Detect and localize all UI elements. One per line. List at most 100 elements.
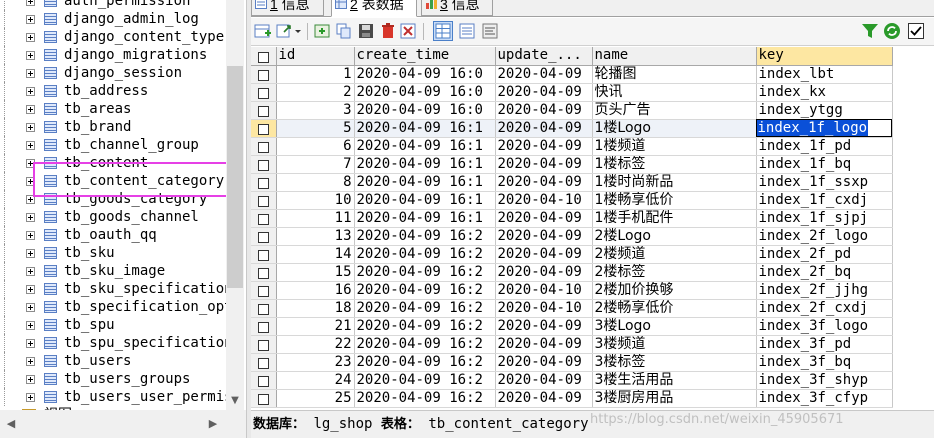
id-cell[interactable]: 10 <box>276 191 355 210</box>
create-time-cell[interactable]: 2020-04-09 16:2 <box>354 317 496 336</box>
expand-plus-icon[interactable] <box>26 51 35 60</box>
tree-item-django-content-type[interactable]: django_content_type <box>0 28 226 46</box>
table-row[interactable]: 15 2020-04-09 16:2 2020-04-09 2楼标签 index_2f_… <box>251 263 893 282</box>
table-row[interactable]: 1 2020-04-09 16:0 2020-04-09 轮播图 index_lbt <box>251 65 893 84</box>
delete-icon[interactable] <box>379 22 397 40</box>
key-cell[interactable]: index_1f_bq <box>756 155 893 174</box>
grid-view-icon[interactable] <box>433 21 453 41</box>
expand-plus-icon[interactable] <box>26 87 35 96</box>
tree-item-tb-goods-category[interactable]: tb_goods_category <box>0 190 226 208</box>
name-cell[interactable]: 1楼畅享低价 <box>592 191 757 210</box>
table-row[interactable]: 22 2020-04-09 16:2 2020-04-09 3楼频道 index_3f_… <box>251 335 893 354</box>
key-cell[interactable]: index_3f_bq <box>756 353 893 372</box>
table-row[interactable]: 2 2020-04-09 16:0 2020-04-09 快讯 index_kx <box>251 83 893 102</box>
add-row-icon[interactable] <box>313 22 331 40</box>
row-checkbox[interactable] <box>251 173 277 192</box>
update-time-cell[interactable]: 2020-04-09 <box>495 173 593 192</box>
table-row[interactable]: 16 2020-04-09 16:2 2020-04-10 2楼加价换够 index_2… <box>251 281 893 300</box>
tree-item-tb-channel-group[interactable]: tb_channel_group <box>0 136 226 154</box>
row-checkbox[interactable] <box>251 83 277 102</box>
update-time-cell[interactable]: 2020-04-09 <box>495 101 593 120</box>
update-time-cell[interactable]: 2020-04-10 <box>495 191 593 210</box>
create-time-cell[interactable]: 2020-04-09 16:1 <box>354 155 496 174</box>
refresh-icon[interactable] <box>883 22 901 40</box>
tree-item-tb-sku-specification[interactable]: tb_sku_specification <box>0 280 233 298</box>
expand-plus-icon[interactable] <box>26 339 35 348</box>
id-cell[interactable]: 3 <box>276 101 355 120</box>
create-time-cell[interactable]: 2020-04-09 16:1 <box>354 209 496 228</box>
id-cell[interactable]: 2 <box>276 83 355 102</box>
tree-item-tb-address[interactable]: tb_address <box>0 82 226 100</box>
name-cell[interactable]: 页头广告 <box>592 101 757 120</box>
create-time-cell[interactable]: 2020-04-09 16:2 <box>354 299 496 318</box>
tree-item-django-admin-log[interactable]: django_admin_log <box>0 10 226 28</box>
expand-plus-icon[interactable] <box>26 285 35 294</box>
expand-plus-icon[interactable] <box>26 249 35 258</box>
row-checkbox[interactable] <box>251 155 277 174</box>
row-checkbox[interactable] <box>251 101 277 120</box>
create-time-cell[interactable]: 2020-04-09 16:1 <box>354 137 496 156</box>
key-cell[interactable]: index_3f_cfyp <box>756 389 893 408</box>
row-checkbox[interactable] <box>251 299 277 318</box>
key-cell[interactable]: index_1f_pd <box>756 137 893 156</box>
update-time-cell[interactable]: 2020-04-09 <box>495 245 593 264</box>
update-time-cell[interactable]: 2020-04-09 <box>495 209 593 228</box>
name-cell[interactable]: 2楼加价换够 <box>592 281 757 300</box>
key-cell[interactable]: index_kx <box>756 83 893 102</box>
table-row[interactable]: 10 2020-04-09 16:1 2020-04-10 1楼畅享低价 index_1… <box>251 191 893 210</box>
export-icon[interactable] <box>276 22 294 40</box>
row-checkbox[interactable] <box>251 353 277 372</box>
expand-plus-icon[interactable] <box>26 195 35 204</box>
expand-plus-icon[interactable] <box>26 321 35 330</box>
id-cell[interactable]: 5 <box>276 119 355 138</box>
scroll-left-arrow-icon[interactable]: ◀ <box>4 415 18 433</box>
tree-item-tb-content-category[interactable]: tb_content_category <box>0 172 226 190</box>
row-checkbox[interactable] <box>251 371 277 390</box>
expand-plus-icon[interactable] <box>26 141 35 150</box>
id-cell[interactable]: 25 <box>276 389 355 408</box>
create-time-cell[interactable]: 2020-04-09 16:2 <box>354 389 496 408</box>
table-row[interactable]: 8 2020-04-09 16:1 2020-04-09 1楼时尚新品 index_1f… <box>251 173 893 192</box>
name-cell[interactable]: 1楼频道 <box>592 137 757 156</box>
column-header-name[interactable]: name <box>592 47 757 66</box>
row-checkbox[interactable] <box>251 191 277 210</box>
expand-plus-icon[interactable] <box>26 393 35 402</box>
id-cell[interactable]: 1 <box>276 65 355 84</box>
create-time-cell[interactable]: 2020-04-09 16:2 <box>354 263 496 282</box>
update-time-cell[interactable]: 2020-04-09 <box>495 335 593 354</box>
expand-plus-icon[interactable] <box>26 213 35 222</box>
scroll-right-arrow-icon[interactable]: ▶ <box>206 415 220 433</box>
create-time-cell[interactable]: 2020-04-09 16:2 <box>354 281 496 300</box>
table-row[interactable]: 7 2020-04-09 16:1 2020-04-09 1楼标签 index_1f_b… <box>251 155 893 174</box>
key-cell-editor[interactable]: index_1f_logo <box>756 119 893 138</box>
key-cell[interactable]: index_2f_bq <box>756 263 893 282</box>
tree-item-tb-sku[interactable]: tb_sku <box>0 244 226 262</box>
create-time-cell[interactable]: 2020-04-09 16:0 <box>354 65 496 84</box>
create-time-cell[interactable]: 2020-04-09 16:2 <box>354 371 496 390</box>
tree-horizontal-scrollbar[interactable]: ◀ ▶ <box>0 410 246 438</box>
id-cell[interactable]: 7 <box>276 155 355 174</box>
tree-item-tb-areas[interactable]: tb_areas <box>0 100 226 118</box>
scroll-down-arrow-icon[interactable]: ▼ <box>226 392 244 410</box>
expand-plus-icon[interactable] <box>26 267 35 276</box>
expand-plus-icon[interactable] <box>26 123 35 132</box>
form-view-icon[interactable] <box>458 22 476 40</box>
text-view-icon[interactable] <box>481 22 499 40</box>
expand-plus-icon[interactable] <box>26 105 35 114</box>
key-cell[interactable]: index_1f_ssxp <box>756 173 893 192</box>
expand-plus-icon[interactable] <box>26 231 35 240</box>
key-cell[interactable]: index_2f_cxdj <box>756 299 893 318</box>
id-cell[interactable]: 14 <box>276 245 355 264</box>
limit-rows-checkbox-icon[interactable] <box>907 22 925 40</box>
id-cell[interactable]: 21 <box>276 317 355 336</box>
table-row[interactable]: 14 2020-04-09 16:2 2020-04-09 2楼频道 index_2f_… <box>251 245 893 264</box>
key-cell[interactable]: index_1f_sjpj <box>756 209 893 228</box>
name-cell[interactable]: 3楼频道 <box>592 335 757 354</box>
select-all-checkbox[interactable] <box>251 47 277 66</box>
expand-plus-icon[interactable] <box>26 159 35 168</box>
tree-vertical-scrollbar[interactable]: ▼ <box>226 0 244 410</box>
tree-scroll-thumb[interactable] <box>227 66 243 288</box>
row-checkbox[interactable] <box>251 263 277 282</box>
id-cell[interactable]: 8 <box>276 173 355 192</box>
update-time-cell[interactable]: 2020-04-09 <box>495 317 593 336</box>
